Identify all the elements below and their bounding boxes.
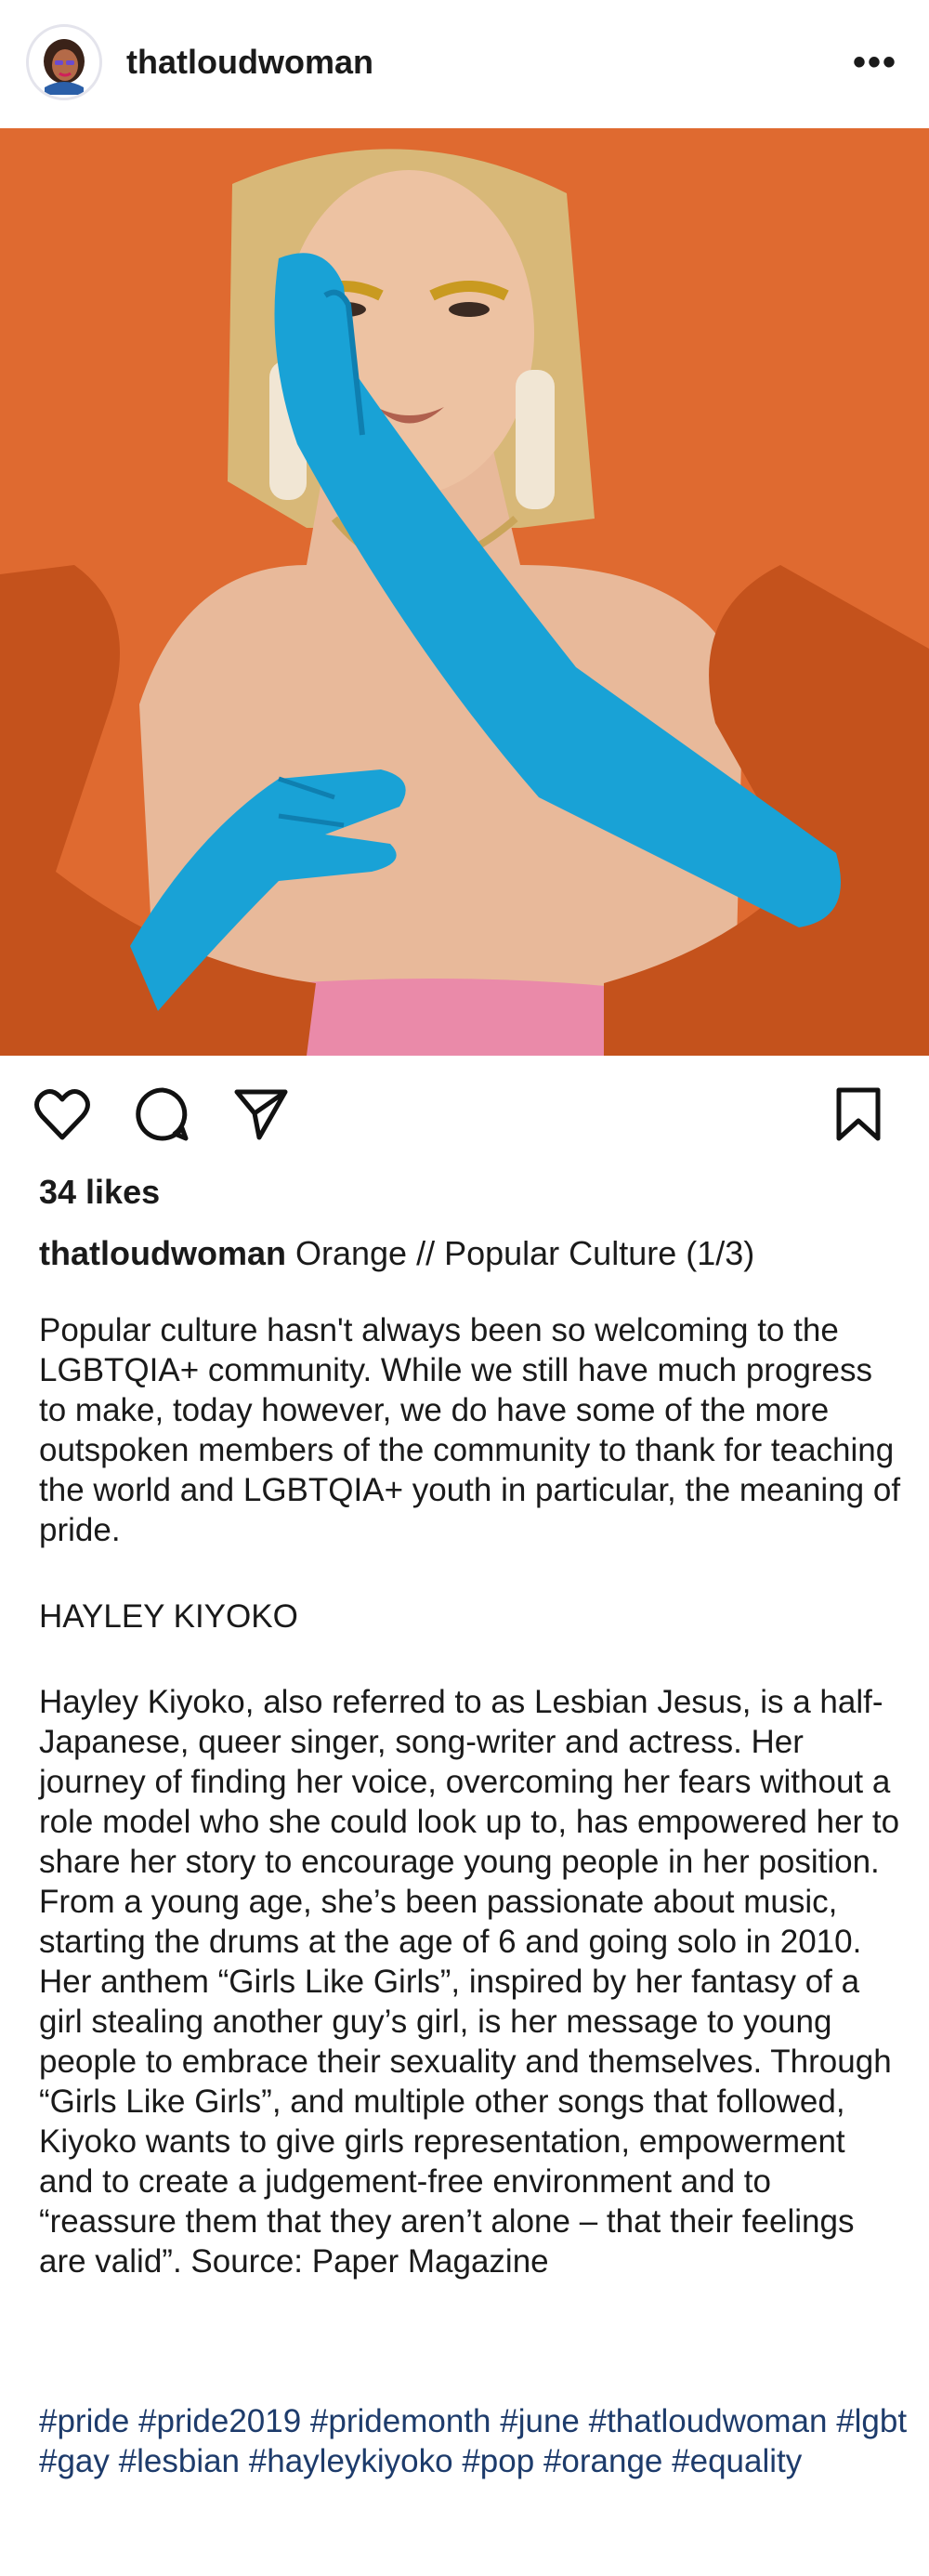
send-icon[interactable] — [232, 1085, 290, 1143]
post-image-illustration — [0, 128, 929, 1056]
likes-count[interactable]: 34 likes — [39, 1173, 160, 1212]
heart-icon[interactable] — [33, 1087, 91, 1141]
hashtag-link[interactable]: #lesbian — [119, 2443, 240, 2479]
hashtag-link[interactable]: #pride2019 — [138, 2403, 301, 2439]
bookmark-icon[interactable] — [834, 1085, 883, 1143]
hashtag-link[interactable]: #pop — [462, 2443, 534, 2479]
comment-icon[interactable] — [134, 1085, 191, 1143]
hashtag-link[interactable]: #orange — [543, 2443, 662, 2479]
caption-heading: HAYLEY KIYOKO — [39, 1598, 298, 1635]
hashtag-link[interactable]: #gay — [39, 2443, 110, 2479]
avatar-illustration — [32, 29, 97, 95]
post-header: thatloudwoman ••• — [0, 0, 929, 124]
hashtag-link[interactable]: #thatloudwoman — [589, 2403, 828, 2439]
post-username[interactable]: thatloudwoman — [126, 43, 853, 82]
caption-paragraph-intro: Popular culture hasn't always been so we… — [39, 1312, 901, 1548]
caption-header: thatloudwoman Orange // Popular Culture … — [39, 1232, 903, 1275]
avatar[interactable] — [26, 23, 102, 100]
hashtag-link[interactable]: #pride — [39, 2403, 129, 2439]
more-icon[interactable]: ••• — [853, 44, 897, 81]
hashtag-link[interactable]: #hayleykiyoko — [249, 2443, 453, 2479]
hashtag-link[interactable]: #equality — [672, 2443, 802, 2479]
hashtag-link[interactable]: #june — [500, 2403, 580, 2439]
caption-username[interactable]: thatloudwoman — [39, 1234, 286, 1272]
post-actions — [0, 1078, 929, 1152]
post-photo[interactable] — [0, 128, 929, 1056]
hashtag-list: #pride #pride2019 #pridemonth #june #tha… — [39, 2401, 912, 2481]
caption-paragraph-body: Hayley Kiyoko, also referred to as Lesbi… — [39, 1684, 900, 2280]
caption-title: Orange // Popular Culture (1/3) — [295, 1234, 755, 1272]
hashtag-link[interactable]: #lgbt — [836, 2403, 907, 2439]
hashtag-link[interactable]: #pridemonth — [310, 2403, 491, 2439]
